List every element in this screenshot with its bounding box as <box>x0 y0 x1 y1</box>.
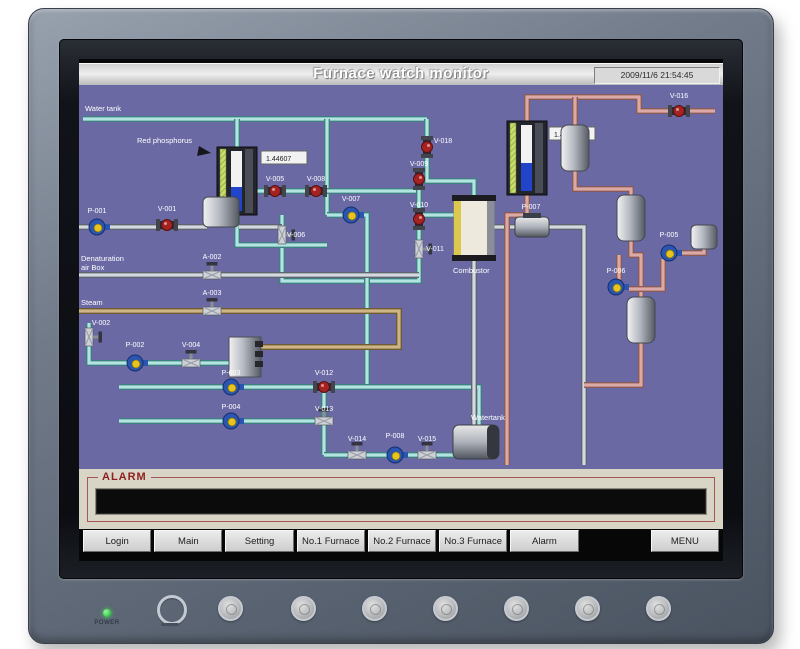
tag-v008: V-008 <box>307 176 325 183</box>
tag-p003: P-003 <box>222 370 241 377</box>
function-key-5[interactable] <box>504 596 529 621</box>
tag-v005: V-005 <box>266 176 284 183</box>
tag-v014: V-014 <box>348 436 366 443</box>
no3-furnace-button[interactable]: No.3 Furnace <box>439 530 507 552</box>
red-phosphorus-arrow <box>197 146 211 156</box>
function-key-4[interactable] <box>433 596 458 621</box>
pump-p005 <box>661 245 682 261</box>
tag-v010: V-010 <box>410 202 428 209</box>
label-watertank: Watertank <box>471 413 505 422</box>
no1-furnace-button[interactable]: No.1 Furnace <box>297 530 365 552</box>
label-combustor: Combustor <box>453 266 490 275</box>
touch-panel-monitor: Furnace watch monitor 2009/11/6 21:54:45 <box>28 8 774 644</box>
ring-button-label <box>161 623 179 626</box>
valve-v005 <box>264 185 286 197</box>
tag-p004: P-004 <box>222 404 241 411</box>
process-diagram: 1.44607 1.44607 <box>79 85 723 469</box>
pump-p003 <box>223 379 244 395</box>
tag-a002: A-002 <box>203 254 222 261</box>
tag-v006: V-006 <box>287 232 305 239</box>
function-key-3[interactable] <box>362 596 387 621</box>
alarm-button[interactable]: Alarm <box>510 530 578 552</box>
main-button[interactable]: Main <box>154 530 222 552</box>
alarm-message-display <box>95 488 707 515</box>
valve-v002 <box>85 328 102 346</box>
function-key-7[interactable] <box>646 596 671 621</box>
pumps <box>89 207 682 463</box>
function-key-1[interactable] <box>218 596 243 621</box>
valve-a002 <box>203 262 221 279</box>
label-denaturation-2: air Box <box>81 263 105 272</box>
valve-v015 <box>418 442 436 459</box>
valve-v008 <box>305 185 327 197</box>
setting-button[interactable]: Setting <box>225 530 293 552</box>
label-denaturation-1: Denaturation <box>81 254 124 263</box>
label-steam: Steam <box>81 298 103 307</box>
valve-v004 <box>182 350 200 367</box>
valve-v016 <box>668 105 690 117</box>
combustor-vessel <box>452 195 496 261</box>
menu-button[interactable]: MENU <box>651 530 719 552</box>
valve-v018 <box>421 136 433 158</box>
pump-p006 <box>608 279 629 295</box>
tag-v001: V-001 <box>158 206 176 213</box>
valve-a003 <box>203 298 221 315</box>
tag-v013: V-013 <box>315 406 333 413</box>
login-button[interactable]: Login <box>83 530 151 552</box>
tag-p002: P-002 <box>126 342 145 349</box>
power-led-label: POWER <box>87 620 127 626</box>
readout-tank-1: 1.44607 <box>261 151 307 164</box>
process-diagram-svg: 1.44607 1.44607 <box>79 85 723 469</box>
ring-button[interactable] <box>157 595 187 625</box>
pump-p008 <box>387 447 408 463</box>
title-bar: Furnace watch monitor 2009/11/6 21:54:45 <box>79 63 723 87</box>
tag-v002: V-002 <box>92 320 110 327</box>
tag-v016: V-016 <box>670 93 688 100</box>
function-key-6[interactable] <box>575 596 600 621</box>
readout-1-value: 1.44607 <box>266 156 291 163</box>
function-key-2[interactable] <box>291 596 316 621</box>
page: Furnace watch monitor 2009/11/6 21:54:45 <box>0 0 800 649</box>
tag-p008: P-008 <box>386 433 405 440</box>
valve-v010 <box>413 208 425 230</box>
tag-v012: V-012 <box>315 370 333 377</box>
tag-v015: V-015 <box>418 436 436 443</box>
valve-v009 <box>413 168 425 190</box>
pump-p004 <box>223 413 244 429</box>
tag-v009: V-009 <box>410 161 428 168</box>
power-led <box>103 609 111 617</box>
tag-p001: P-001 <box>88 208 107 215</box>
equipment-tags: P-001 V-001 A-002 A-003 V-002 P-002 V-00… <box>88 93 689 443</box>
label-water-tank: Water tank <box>85 104 121 113</box>
tag-a003: A-003 <box>203 290 222 297</box>
hmi-screen: Furnace watch monitor 2009/11/6 21:54:45 <box>79 59 723 561</box>
valve-v001 <box>156 219 178 231</box>
tag-p005: P-005 <box>660 232 679 239</box>
timestamp: 2009/11/6 21:54:45 <box>594 67 720 84</box>
alarm-groupbox: ALARM <box>87 477 715 522</box>
tag-p007: P-007 <box>522 204 541 211</box>
tag-v011: V-011 <box>426 246 444 253</box>
valve-v014 <box>348 442 366 459</box>
pump-p002 <box>127 355 148 371</box>
reactor-tank-2 <box>507 121 547 195</box>
tag-p006: P-006 <box>607 268 626 275</box>
valve-v012 <box>313 381 335 393</box>
no2-furnace-button[interactable]: No.2 Furnace <box>368 530 436 552</box>
tag-v004: V-004 <box>182 342 200 349</box>
label-red-phosphorus: Red phosphorus <box>137 136 192 145</box>
pump-v007 <box>343 207 364 223</box>
button-bar-spacer <box>582 530 648 552</box>
water-tank-vessel <box>453 425 499 459</box>
alarm-zone: ALARM <box>79 469 723 529</box>
tag-v007: V-007 <box>342 196 360 203</box>
alarm-group-label: ALARM <box>98 471 151 483</box>
touch-button-bar: Login Main Setting No.1 Furnace No.2 Fur… <box>79 529 723 553</box>
compressor-p007 <box>515 213 549 237</box>
pump-p001 <box>89 219 110 235</box>
tag-v018: V-018 <box>434 138 452 145</box>
